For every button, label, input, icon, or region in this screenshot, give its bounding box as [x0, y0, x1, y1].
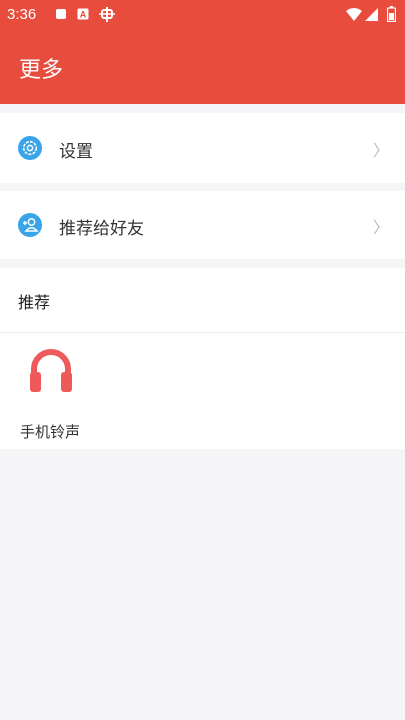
menu-item-label: 设置 [59, 142, 93, 162]
status-time: 3:36 [7, 6, 37, 23]
a-app-icon: A [77, 8, 89, 20]
menu-item-settings[interactable]: 设置 〉 [0, 113, 405, 183]
page-title: 更多 [19, 58, 64, 83]
recommend-item-label: 手机铃声 [20, 423, 81, 441]
recommend-item-ringtone[interactable]: 手机铃声 [20, 347, 90, 441]
signal-icon [365, 8, 378, 21]
section-title: 推荐 [18, 293, 51, 312]
chevron-right-icon: 〉 [372, 141, 389, 160]
notification-square-icon [56, 9, 66, 19]
recommend-grid: 手机铃声 [0, 333, 405, 449]
menu-item-label: 推荐给好友 [59, 219, 144, 239]
battery-icon [387, 6, 396, 22]
svg-text:A: A [80, 10, 87, 20]
bug-icon [99, 7, 115, 22]
headphones-icon [30, 349, 72, 392]
add-user-icon [18, 213, 42, 237]
app-bar: 更多 [0, 30, 405, 104]
menu-item-recommend-friend[interactable]: 推荐给好友 〉 [0, 191, 405, 259]
gear-icon [18, 136, 42, 160]
section-header-recommend: 推荐 [0, 268, 405, 333]
status-bar: 3:36 A [0, 0, 405, 30]
wifi-icon [346, 8, 362, 21]
chevron-right-icon: 〉 [372, 218, 389, 237]
